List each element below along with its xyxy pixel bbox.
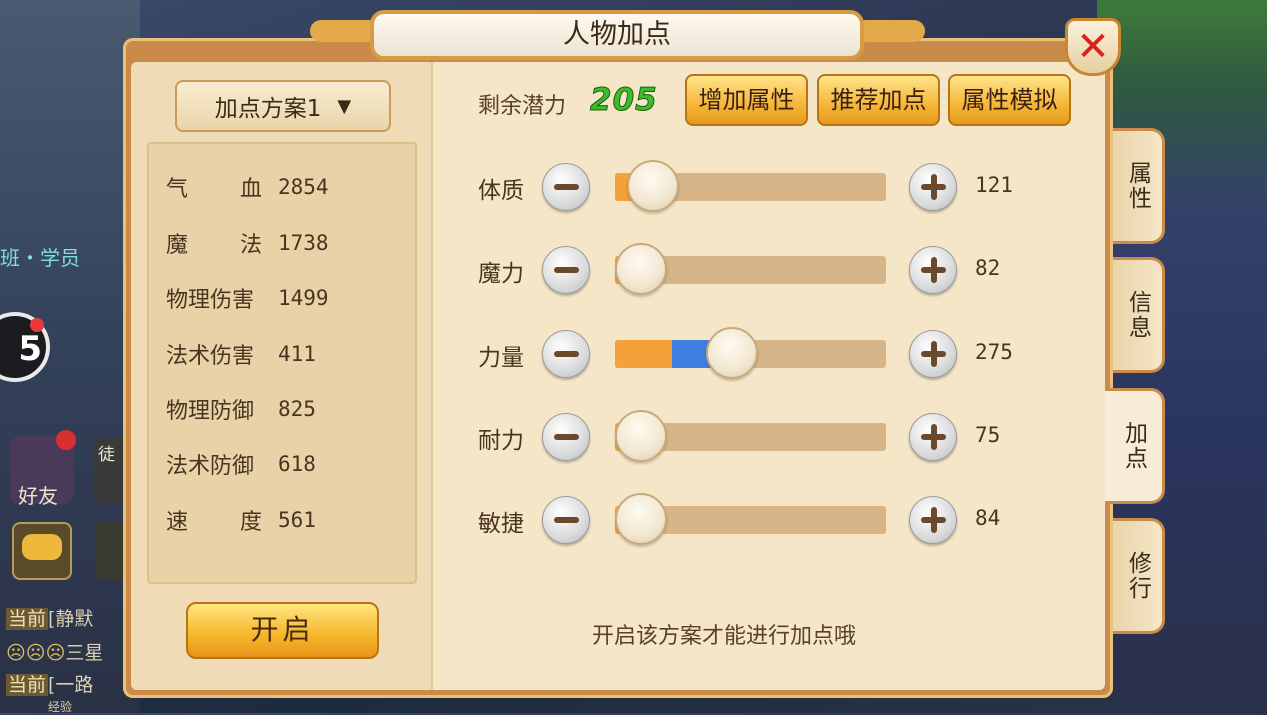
- stat-row: 法术防御 618: [166, 449, 406, 479]
- potential-label: 剩余潜力: [478, 94, 567, 119]
- stat-value: 825: [278, 397, 316, 421]
- friend-label: 好友: [18, 484, 58, 508]
- attribute-slider-track[interactable]: [615, 410, 886, 462]
- increase-button[interactable]: [909, 163, 957, 211]
- stat-value: 411: [278, 342, 316, 366]
- stat-label: 法术防御: [166, 454, 255, 479]
- notification-dot: [30, 318, 44, 332]
- attribute-label: 敏捷: [478, 511, 524, 537]
- tab-info[interactable]: 信息: [1113, 257, 1165, 373]
- attribute-value: 275: [975, 340, 1013, 364]
- stat-value: 2854: [278, 175, 329, 199]
- attribute-value: 121: [975, 173, 1013, 197]
- open-scheme-button[interactable]: 开启: [186, 602, 379, 659]
- plus-icon-vertical: [931, 174, 937, 200]
- decrease-button[interactable]: [542, 413, 590, 461]
- attribute-label: 耐力: [478, 428, 524, 454]
- attribute-value: 75: [975, 423, 1001, 447]
- stat-label: 速度: [166, 510, 262, 535]
- decrease-button[interactable]: [542, 163, 590, 211]
- stat-value: 561: [278, 508, 316, 532]
- plus-icon-vertical: [931, 341, 937, 367]
- chat-line-2: ☹☹☹三星: [6, 642, 104, 664]
- stat-value: 1499: [278, 286, 329, 310]
- attribute-label: 体质: [478, 178, 524, 204]
- stat-label: 物理防御: [166, 399, 255, 424]
- stat-row: 速度 561: [166, 505, 406, 535]
- attribute-row: 体质 121: [478, 157, 1038, 217]
- chat-line-1: 当前 [静默: [6, 608, 94, 630]
- attribute-row: 魔力 82: [478, 240, 1038, 300]
- plus-icon-vertical: [931, 257, 937, 283]
- recommend-points-button[interactable]: 推荐加点: [817, 74, 940, 126]
- attribute-row: 敏捷 84: [478, 490, 1038, 550]
- slider-handle[interactable]: [626, 160, 679, 212]
- stat-row: 魔法 1738: [166, 228, 406, 258]
- tab-cultivation[interactable]: 修行: [1113, 518, 1165, 634]
- minus-icon: [554, 434, 579, 440]
- increase-button[interactable]: [909, 330, 957, 378]
- friend-notification-dot: [56, 430, 76, 450]
- chat-bubble-inner: [22, 534, 62, 560]
- stat-label: 魔法: [166, 233, 262, 258]
- attribute-slider-track[interactable]: [615, 327, 886, 379]
- slider-fill-base: [615, 340, 672, 368]
- attribute-simulate-button[interactable]: 属性模拟: [948, 74, 1071, 126]
- apprentice-label: 徒: [98, 445, 115, 465]
- slider-handle[interactable]: [705, 327, 758, 379]
- stat-label: 法术伤害: [166, 344, 255, 369]
- attribute-slider-track[interactable]: [615, 160, 886, 212]
- close-icon: ✕: [1076, 24, 1110, 70]
- scheme-selector[interactable]: 加点方案1 ▼: [175, 80, 391, 132]
- scheme-label: 加点方案1: [214, 96, 322, 122]
- attribute-label: 魔力: [478, 261, 524, 287]
- minus-icon: [554, 517, 579, 523]
- attribute-slider-track[interactable]: [615, 243, 886, 295]
- decrease-button[interactable]: [542, 330, 590, 378]
- stat-row: 气血 2854: [166, 172, 406, 202]
- hint-text: 开启该方案才能进行加点哦: [592, 624, 857, 649]
- tab-attributes[interactable]: 属性: [1113, 128, 1165, 244]
- attribute-label: 力量: [478, 345, 524, 371]
- attribute-value: 84: [975, 506, 1001, 530]
- stat-label: 气血: [166, 177, 262, 202]
- decrease-button[interactable]: [542, 246, 590, 294]
- minus-icon: [554, 267, 579, 273]
- increase-button[interactable]: [909, 246, 957, 294]
- decrease-button[interactable]: [542, 496, 590, 544]
- increase-button[interactable]: [909, 496, 957, 544]
- plus-icon-vertical: [931, 507, 937, 533]
- potential-value: 205: [590, 82, 658, 119]
- stat-row: 法术伤害 411: [166, 339, 406, 369]
- title-ornament-right: [855, 20, 925, 42]
- slider-handle[interactable]: [615, 410, 667, 462]
- slider-handle[interactable]: [615, 243, 667, 295]
- stat-row: 物理防御 825: [166, 394, 406, 424]
- stat-label: 物理伤害: [166, 288, 255, 313]
- attribute-slider-track[interactable]: [615, 493, 886, 545]
- attribute-row: 耐力 75: [478, 407, 1038, 467]
- guild-title: 班・学员: [0, 246, 80, 270]
- attribute-value: 82: [975, 256, 1001, 280]
- increase-button[interactable]: [909, 413, 957, 461]
- tab-add-points[interactable]: 加点: [1105, 388, 1165, 504]
- chat-line-3: 当前 [一路: [6, 674, 94, 696]
- chevron-down-icon: ▼: [337, 95, 352, 117]
- close-button[interactable]: ✕: [1065, 18, 1121, 76]
- plus-icon-vertical: [931, 424, 937, 450]
- slider-handle[interactable]: [615, 493, 667, 545]
- stat-row: 物理伤害 1499: [166, 283, 406, 313]
- attribute-row: 力量 275: [478, 324, 1038, 384]
- panel-title: 人物加点: [370, 10, 864, 60]
- minus-icon: [554, 184, 579, 190]
- exp-label: 经验: [48, 700, 73, 714]
- stat-value: 618: [278, 452, 316, 476]
- stat-value: 1738: [278, 231, 329, 255]
- minus-icon: [554, 351, 579, 357]
- voice-button[interactable]: [96, 522, 126, 580]
- add-attribute-button[interactable]: 增加属性: [685, 74, 808, 126]
